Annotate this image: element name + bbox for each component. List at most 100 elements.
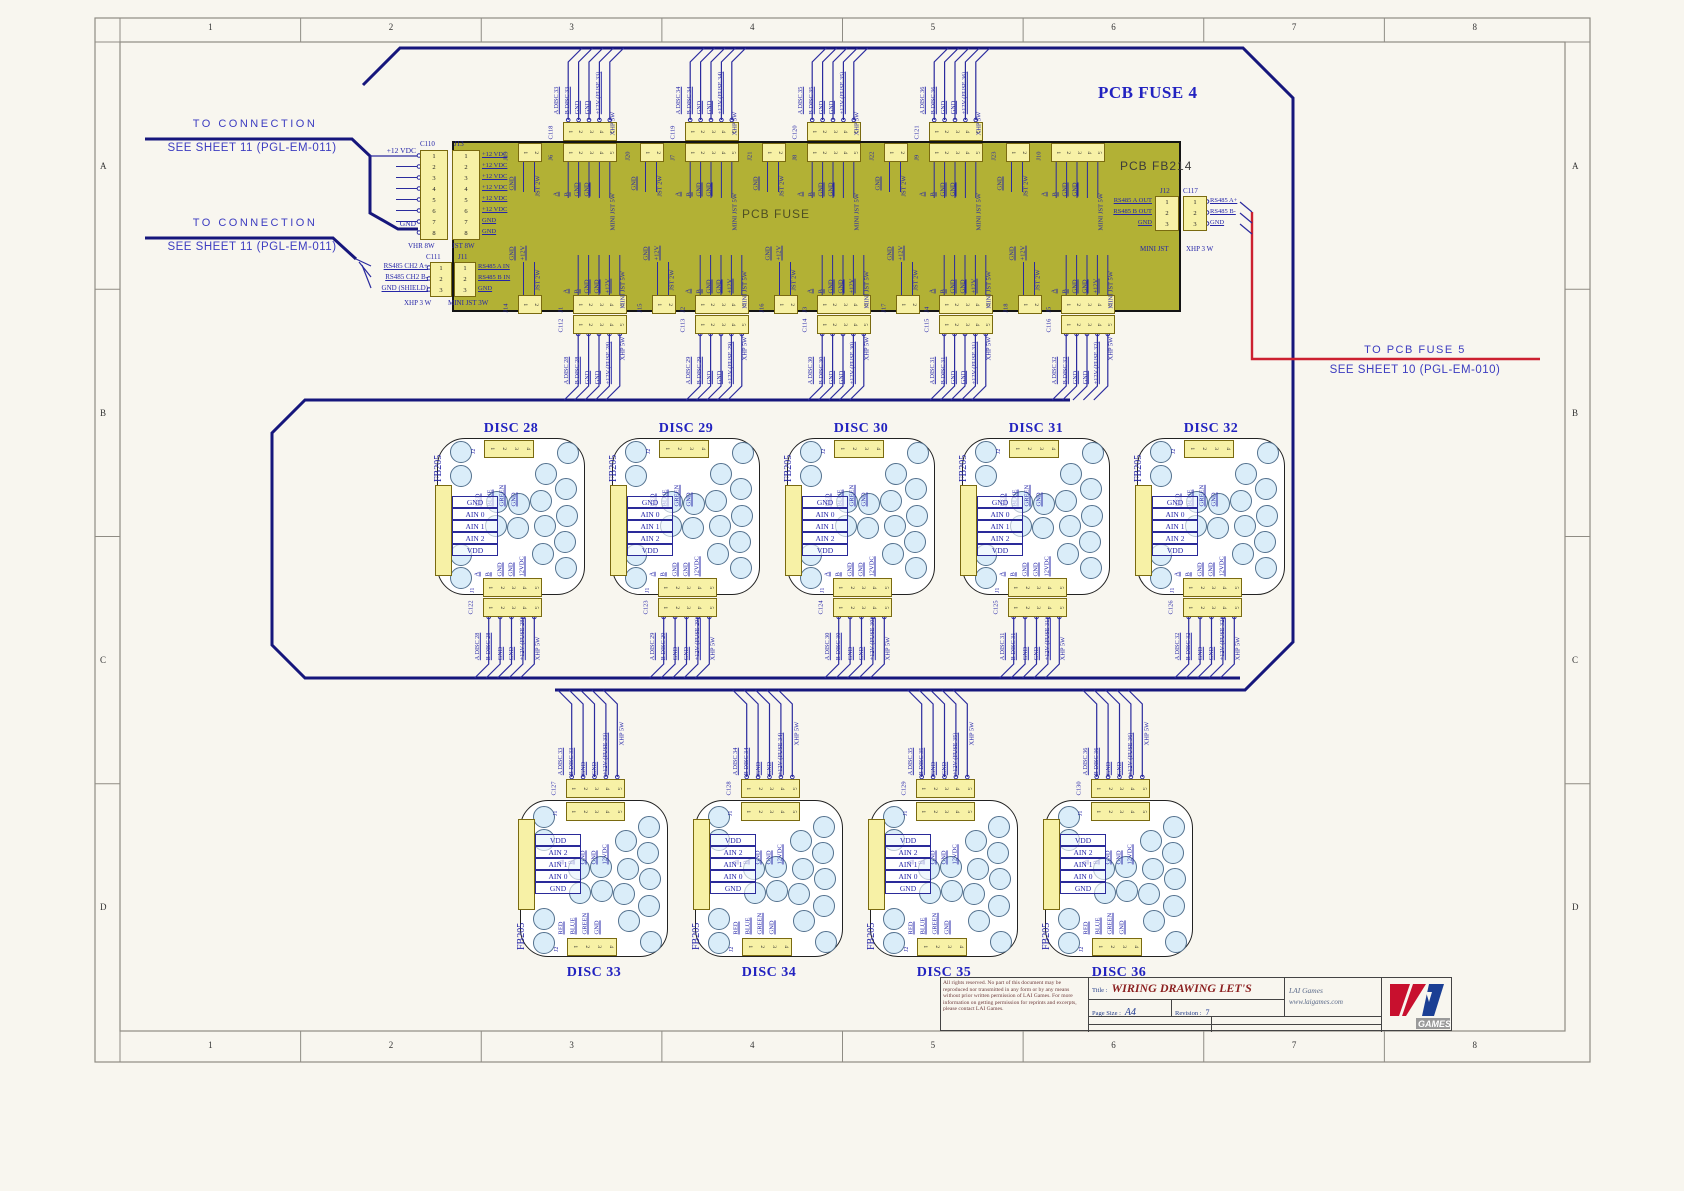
disc-signal-cell: AIN 0 [1152, 508, 1198, 520]
connector-ref: C111 [426, 254, 441, 261]
disc-signal-cell: AIN 0 [802, 508, 848, 520]
connector-ref: J10 [1037, 151, 1044, 160]
disc-connector-J1: 12345 [741, 802, 800, 821]
pin-number: 5 [1141, 787, 1147, 790]
pcb-pin-label: GND [753, 176, 760, 190]
disc-connector-J2: 1234 [567, 938, 617, 956]
cable-connector-C127: 12345 [566, 779, 625, 798]
pin-number: 1 [1156, 197, 1178, 208]
pin-number: 1 [778, 303, 784, 306]
pin-number: 1 [1010, 151, 1016, 154]
wire-label: B DISC 32 [1062, 356, 1068, 384]
connector-ref: C118 [549, 125, 556, 139]
pin-number: 3 [687, 448, 693, 451]
disc-led [682, 517, 704, 539]
pin-number: 1 [837, 606, 843, 609]
pin-number: 2 [821, 151, 827, 154]
wire-label: GND [839, 371, 845, 384]
pin-number: 3 [453, 173, 479, 184]
disc-led [989, 868, 1011, 890]
connector-type: VHR 8W [408, 243, 435, 250]
wire-label: +12 VDC [352, 147, 416, 155]
pin-number: 4 [779, 787, 785, 790]
pin-label: A [1174, 571, 1181, 576]
disc-connector-J2: 1234 [742, 938, 792, 956]
wire-label: GND [672, 647, 678, 660]
disc-signal-cell: AIN 1 [802, 520, 848, 532]
pin-number: 2 [581, 810, 587, 813]
pin-number: 1 [820, 323, 826, 326]
pin-number: 4 [607, 946, 613, 949]
pin-label: GREEN [675, 484, 682, 506]
pin-number: 1 [920, 787, 926, 790]
disc-led [975, 567, 997, 589]
disc-led [638, 895, 660, 917]
pin-number: 3 [831, 130, 837, 133]
pin-number: 1 [570, 810, 576, 813]
disc-led [1256, 505, 1278, 527]
pin-number: 4 [842, 151, 848, 154]
pin-number: 5 [453, 195, 479, 206]
disc-led [450, 567, 472, 589]
see-sheet-1: SEE SHEET 11 (PGL-EM-011) [146, 142, 358, 154]
connector-ref: C117 [1183, 188, 1198, 195]
disc-left-connector [1043, 819, 1060, 910]
to-connection-1: TO CONNECTION [175, 118, 335, 130]
disc-connector-J1: 12345 [833, 578, 892, 597]
connector-ref: C123 [644, 600, 651, 614]
pin-number: 2 [1021, 151, 1027, 154]
chip-ref: FB205 [609, 455, 619, 482]
connector-type: XHP 5W [733, 111, 740, 135]
revision-label: Revision : [1175, 1010, 1202, 1017]
disc-led [591, 880, 613, 902]
wire-label: GND [707, 371, 713, 384]
wire-label: B DISC 36 [1094, 747, 1100, 775]
chip-ref: FB205 [959, 455, 969, 482]
disc-led [708, 806, 730, 828]
pin-number: 4 [720, 151, 726, 154]
pin-number: 1 [576, 303, 582, 306]
pin-label: B [1011, 572, 1018, 576]
disc-led [1143, 910, 1165, 932]
pin-number: 4 [730, 323, 736, 326]
pin-number: 3 [1035, 606, 1041, 609]
disc-led [813, 895, 835, 917]
disc-signal-cell: VDD [627, 544, 673, 556]
pin-number: 2 [498, 606, 504, 609]
disc-led [1164, 868, 1186, 890]
pin-number: 4 [1049, 448, 1055, 451]
pin-number: 1 [932, 130, 938, 133]
disc-led [857, 517, 879, 539]
pin-number: 4 [871, 606, 877, 609]
pcb-pin-label: GND [575, 182, 582, 196]
disc-led [554, 531, 576, 553]
disc-connector-J1: 12345 [566, 802, 625, 821]
pin-number: 3 [709, 151, 715, 154]
connector-ref: C115 [925, 318, 932, 332]
disc-led [905, 557, 927, 579]
pcb-pin-label: +12V [898, 245, 905, 260]
ruler-col-label: 7 [1204, 22, 1385, 32]
pin-number: 1 [455, 263, 475, 274]
disc-signal-cell: AIN 1 [535, 858, 581, 870]
connector-type: JST 2W [658, 175, 665, 196]
wire-label: GND [1117, 762, 1123, 775]
disc-led [1257, 442, 1279, 464]
pcb-pin-label: GND [585, 182, 592, 196]
wire-label: A DISC 35 [798, 86, 804, 114]
disc-led [906, 505, 928, 527]
pin-number: 2 [756, 810, 762, 813]
pin-number: 4 [1096, 323, 1102, 326]
pin-number: 5 [791, 810, 797, 813]
pin-number: 3 [1184, 219, 1206, 230]
wire-label: +12V (FUSE 31) [972, 341, 978, 384]
pcb-pin-label: GND [875, 176, 882, 190]
disc-led [904, 531, 926, 553]
pcb-connector-J21: 12 [762, 143, 786, 162]
disc-connector-J2: 1234 [1009, 440, 1059, 458]
pcb-pin-label: GND [482, 218, 496, 225]
wire-label: +12V (FUSE 33) [596, 71, 602, 114]
connector-ref: J1 [559, 306, 566, 312]
pin-label: 12VDC [1128, 844, 1135, 864]
pin-label: GND [862, 492, 869, 506]
